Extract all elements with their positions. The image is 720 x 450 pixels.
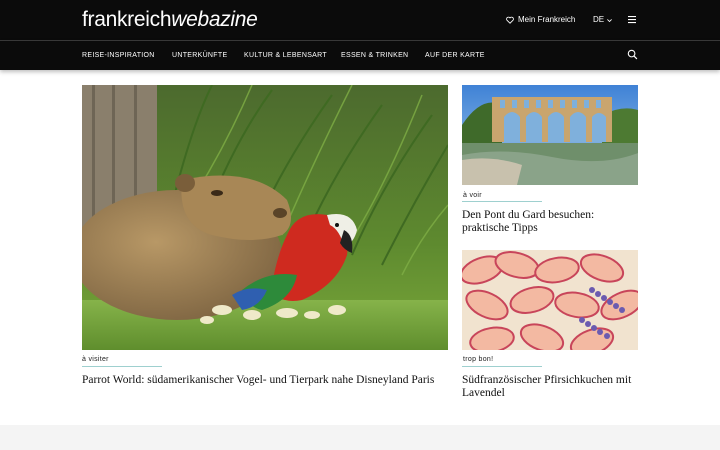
main-nav: REISE-INSPIRATION UNTERKÜNFTE KULTUR & L… [0,41,720,70]
favorites-label: Mein Frankreich [518,15,576,24]
heart-icon [506,16,514,24]
article-title[interactable]: Parrot World: südamerikanischer Vogel- u… [82,374,462,387]
category-tag[interactable]: à visiter [82,355,109,364]
article-title[interactable]: Den Pont du Gard besuchen: praktische Ti… [462,209,638,235]
pont-du-gard-image[interactable] [462,85,638,185]
nav-item-reise-inspiration[interactable]: REISE-INSPIRATION [82,51,155,61]
peach-tart-image[interactable] [462,250,638,350]
category-underline [82,366,162,367]
language-selector[interactable]: DE [593,14,613,26]
hero-article-image[interactable] [82,85,448,350]
nav-item-kultur-lebensart[interactable]: KULTUR & LEBENSART [244,51,327,61]
nav-item-unterkuenfte[interactable]: UNTERKÜNFTE [172,51,227,61]
favorites-link[interactable]: Mein Frankreich [506,14,575,26]
logo-text-frankreich: frankreich [82,8,172,31]
site-logo[interactable]: frankreichwebazine [82,8,258,32]
category-underline [462,366,542,367]
logo-text-webazine: webazine [171,8,258,31]
category-tag[interactable]: trop bon! [463,355,493,364]
menu-icon[interactable] [627,15,637,24]
nav-item-essen-trinken[interactable]: ESSEN & TRINKEN [341,51,408,61]
category-tag[interactable]: à voir [463,191,482,200]
category-underline [462,201,542,202]
article-title[interactable]: Südfranzösischer Pfirsichkuchen mit Lave… [462,374,638,400]
footer-band [0,425,720,450]
search-icon[interactable] [627,49,638,60]
nav-item-auf-der-karte[interactable]: AUF DER KARTE [425,51,485,61]
chevron-down-icon [607,18,613,22]
top-bar: frankreichwebazine Mein Frankreich DE [0,0,720,40]
language-label: DE [593,15,605,24]
